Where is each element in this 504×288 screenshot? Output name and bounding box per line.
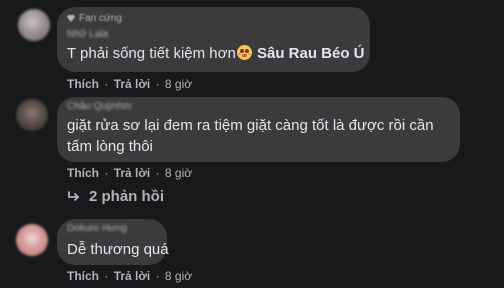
avatar[interactable]: [16, 224, 48, 256]
badge-label: Fan cứng: [79, 13, 122, 24]
like-button[interactable]: Thích: [67, 77, 99, 91]
comment-text: Dễ thương quá: [67, 241, 169, 258]
reply-button[interactable]: Trả lời: [114, 77, 151, 91]
comment-actions: Thích · Trả lời · 8 giờ: [67, 269, 193, 283]
comment-text-line: tấm lòng thôi: [67, 138, 153, 155]
comment-author[interactable]: Châu Quỳnhm: [67, 101, 131, 112]
comment-timestamp[interactable]: 8 giờ: [165, 166, 192, 180]
reply-button[interactable]: Trả lời: [114, 269, 151, 283]
view-replies-button[interactable]: 2 phản hồi: [67, 188, 164, 205]
reply-arrow-icon: [68, 190, 79, 201]
comment-thread: Fan cứng Nhữ Lala T phải sống tiết kiệm …: [0, 0, 504, 288]
replies-count-label: 2 phản hồi: [89, 188, 164, 205]
comment-timestamp[interactable]: 8 giờ: [165, 77, 192, 91]
avatar[interactable]: [16, 99, 48, 131]
comment-actions: Thích · Trả lời · 8 giờ: [67, 77, 193, 91]
like-button[interactable]: Thích: [67, 269, 99, 283]
like-button[interactable]: Thích: [67, 166, 99, 180]
avatar[interactable]: [18, 9, 50, 41]
reply-button[interactable]: Trả lời: [114, 166, 151, 180]
fan-badge: Fan cứng: [67, 13, 122, 24]
comment-text: T phải sống tiết kiệm hơn Sâu Rau Béo Ú: [67, 43, 365, 64]
diamond-icon: [67, 15, 75, 22]
comment-text-line: giặt rửa sơ lại đem ra tiệm giặt càng tố…: [67, 117, 434, 134]
comment-timestamp[interactable]: 8 giờ: [165, 269, 192, 283]
flushed-face-emoji: [236, 45, 252, 60]
comment-author[interactable]: Nhữ Lala: [67, 29, 108, 40]
comment-author[interactable]: Dokuro Hưng: [67, 223, 127, 234]
user-mention[interactable]: Sâu Rau Béo Ú: [257, 45, 365, 62]
comment-text-body: T phải sống tiết kiệm hơn: [67, 45, 236, 62]
comment-actions: Thích · Trả lời · 8 giờ: [67, 166, 193, 180]
